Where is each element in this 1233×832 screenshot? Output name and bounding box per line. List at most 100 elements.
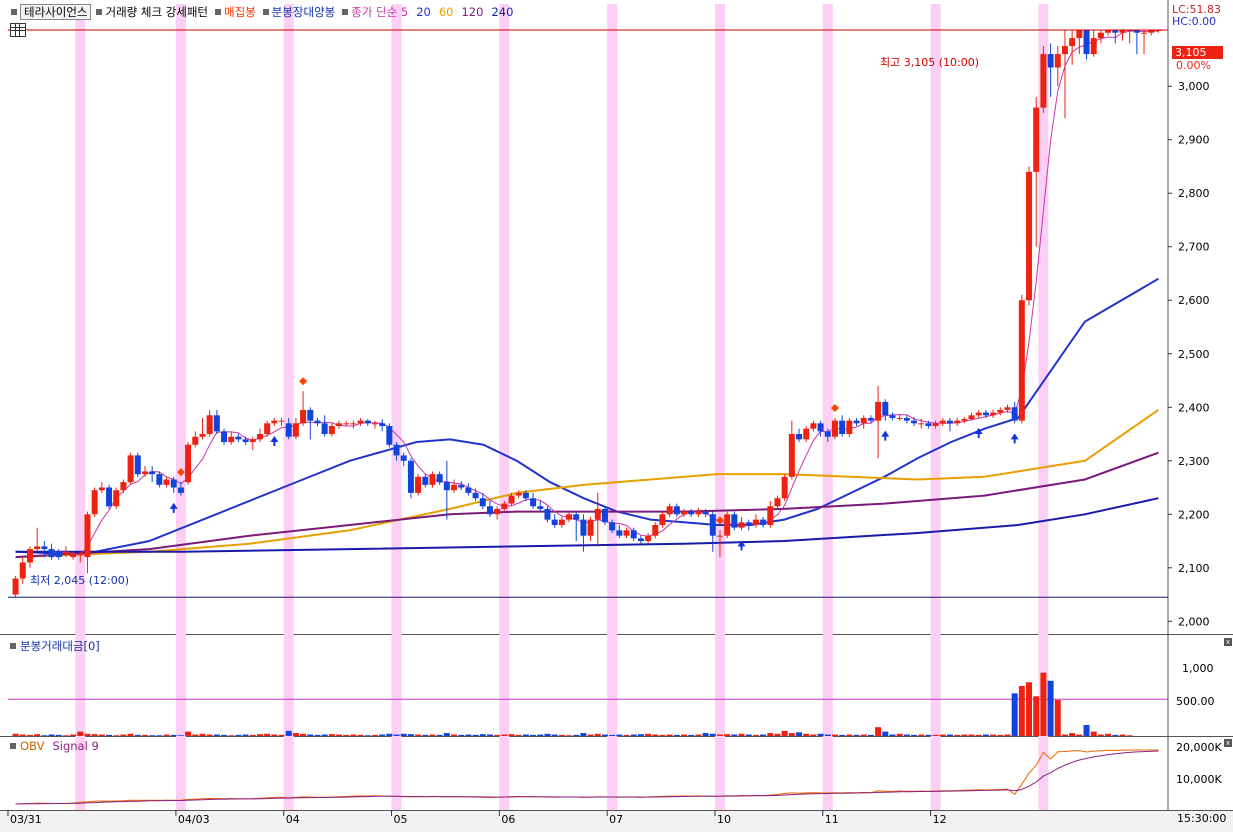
candle-body [882, 401, 889, 416]
candle-body [91, 490, 98, 515]
candle-body [364, 420, 371, 424]
obv-title-text[interactable]: OBV [20, 739, 44, 753]
candle-body [336, 423, 343, 426]
legend-item-accumulation[interactable]: 매집봉 [224, 4, 256, 20]
volume-bar [221, 734, 228, 736]
candle-body [443, 482, 450, 491]
legend-ma-label[interactable]: 종가 단순 5 [351, 4, 408, 20]
volume-bar [41, 735, 48, 736]
obv-tick-20000k: 20,000K [1176, 741, 1222, 754]
candle-body [429, 474, 436, 485]
volume-bar [307, 734, 314, 736]
candle-body [961, 419, 968, 421]
volume-panel-title: 분봉거래대금[0] [10, 638, 100, 654]
legend-ma-240[interactable]: 240 [491, 5, 513, 19]
legend-item-long-bull[interactable]: 분봉장대양봉 [272, 4, 335, 20]
candle-body [630, 530, 637, 539]
candle-body [26, 549, 33, 563]
volume-bar [91, 734, 98, 736]
candle-body [1004, 407, 1011, 410]
candle-body [637, 538, 644, 542]
candle-body [623, 530, 630, 536]
candle-body [796, 434, 803, 440]
chart-canvas: 2,000 2,100 2,200 2,300 2,400 2,500 2,600 2,700… [0, 0, 1233, 832]
candle-body [831, 420, 838, 437]
session-highlight [822, 4, 833, 810]
candle-body [1083, 30, 1090, 55]
close-volume-icon[interactable]: x [1224, 638, 1232, 646]
volume-bar [1076, 734, 1083, 736]
volume-bar [256, 734, 263, 736]
volume-bar [652, 734, 659, 736]
candle-body [537, 506, 544, 509]
legend-item-pattern[interactable]: 거래량 체크 강세패턴 [105, 4, 208, 20]
candle-body [386, 425, 393, 445]
y-tick-label: 2,400 [1178, 401, 1210, 414]
volume-bar [831, 734, 838, 736]
legend-square-icon [215, 9, 222, 15]
volume-bar [84, 733, 91, 736]
volume-title-text[interactable]: 분봉거래대금[0] [20, 638, 100, 654]
volume-bar [889, 734, 896, 736]
volume-bar [486, 734, 493, 736]
session-highlight [499, 4, 510, 810]
volume-bar [896, 733, 903, 736]
volume-bar [321, 734, 328, 736]
volume-bar [213, 734, 220, 736]
close-obv-icon[interactable]: x [1224, 739, 1232, 747]
volume-bar [192, 734, 199, 736]
volume-bar [48, 734, 55, 736]
legend-ma-60[interactable]: 60 [439, 5, 454, 19]
legend-ma-120[interactable]: 120 [461, 5, 483, 19]
session-highlight [607, 4, 618, 810]
volume-bar [371, 734, 378, 736]
candle-body [781, 476, 788, 499]
candle-body [594, 508, 601, 520]
candle-body [875, 401, 882, 421]
volume-bar [12, 733, 19, 736]
candle-body [846, 420, 853, 435]
volume-bar [853, 734, 860, 736]
candle-body [264, 423, 271, 435]
volume-bar [911, 734, 918, 736]
candle-body [436, 474, 443, 483]
x-tick-label: 11 [825, 813, 839, 826]
candle-body [228, 436, 235, 443]
candle-body [903, 417, 910, 421]
volume-bar [436, 734, 443, 736]
volume-bar [364, 735, 371, 736]
volume-bar [501, 734, 508, 736]
volume-bar [997, 734, 1004, 736]
volume-bar [954, 734, 961, 736]
volume-bar [573, 734, 580, 736]
volume-bar [594, 733, 601, 736]
candle-body [709, 514, 716, 536]
stock-name[interactable]: 테라사이언스 [20, 4, 92, 20]
candle-body [141, 471, 148, 475]
volume-bar [141, 734, 148, 736]
session-highlight [75, 4, 86, 810]
volume-bar [903, 734, 910, 736]
volume-bar [350, 734, 357, 736]
volume-bar [177, 735, 184, 736]
legend-ma-20[interactable]: 20 [416, 5, 431, 19]
candle-body [70, 554, 77, 558]
candle-body [34, 546, 41, 550]
table-icon[interactable] [10, 23, 26, 37]
candle-body [199, 434, 206, 437]
candle-body [1061, 46, 1068, 55]
volume-bar [472, 734, 479, 736]
volume-bar [264, 733, 271, 736]
volume-bar [26, 734, 33, 736]
volume-bar [400, 733, 407, 736]
volume-bar [149, 735, 156, 736]
volume-bar [716, 734, 723, 736]
signal-title-text[interactable]: Signal 9 [52, 739, 98, 753]
volume-bar [645, 733, 652, 736]
volume-bar [458, 734, 465, 736]
session-highlight [714, 4, 725, 810]
candle-body [1047, 54, 1054, 68]
volume-bar [630, 734, 637, 736]
candle-body [508, 495, 515, 504]
candle-body [350, 423, 357, 425]
